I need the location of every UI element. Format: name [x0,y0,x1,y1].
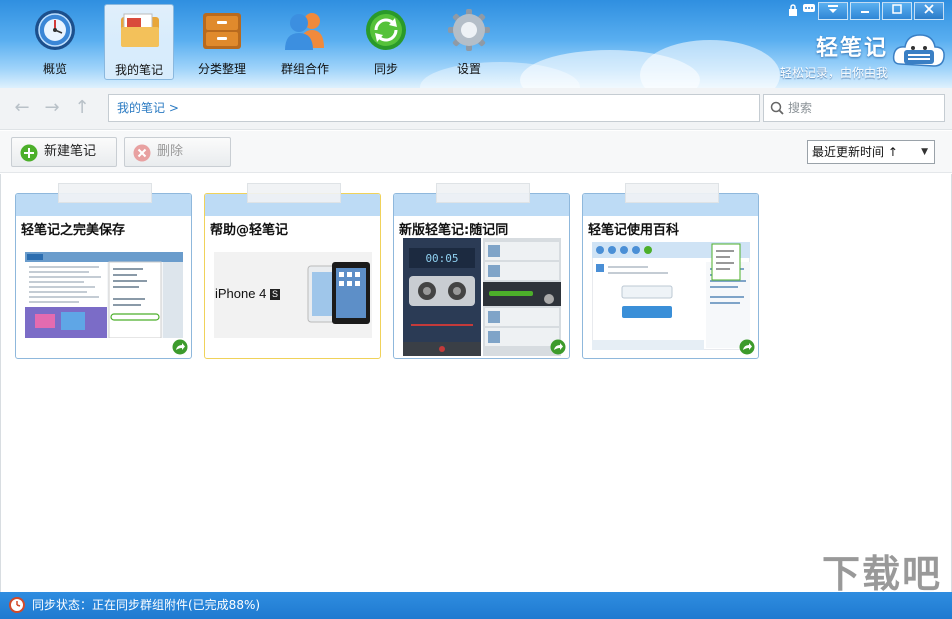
breadcrumb[interactable]: 我的笔记 > [108,94,760,122]
clock-icon [9,597,25,613]
breadcrumb-my-notes[interactable]: 我的笔记 > [117,101,179,115]
nav-item-label: 同步 [373,62,398,76]
sync-icon [366,10,406,50]
note-title: 轻笔记使用百科 [588,223,680,238]
thumbnail-caption: iPhone 4 S [215,286,280,301]
nav-item-settings[interactable]: 设置 [434,4,504,80]
new-note-button[interactable]: 新建笔记 [11,137,117,167]
notes-toolbar: 新建笔记 删除 最近更新时间 ↑ ▼ [0,131,952,173]
status-bar: 同步状态：正在同步群组附件(已完成88%) [0,592,952,619]
header-toolbar: 概览 我的笔记 分类整理 群组合作 同步 设置 轻笔记 轻松记录，由你由我 [0,0,952,88]
nav-item-label: 群组合作 [280,62,329,76]
chevron-down-icon: ▼ [921,147,928,157]
search-input[interactable] [788,99,938,117]
delete-label: 删除 [157,144,184,159]
note-thumbnail [592,242,750,350]
minimize-icon[interactable] [850,2,880,20]
thumbnail-text: iPhone 4 [215,286,267,301]
note-card[interactable]: 轻笔记使用百科 [582,183,759,359]
menu-dropdown-icon[interactable] [818,2,848,20]
lock-icon[interactable] [786,4,800,18]
share-icon[interactable] [739,339,755,355]
nav-item-label: 设置 [456,62,481,76]
back-arrow-icon[interactable]: ← [12,98,32,118]
nav-item-categories[interactable]: 分类整理 [187,4,257,80]
svg-text:00:05: 00:05 [425,252,458,265]
sync-status-text: 同步状态：正在同步群组附件(已完成88%) [32,598,261,612]
address-bar: ← → ↑ 我的笔记 > [0,88,952,130]
share-icon[interactable] [550,339,566,355]
app-logo-icon [892,34,945,67]
tape-decoration [58,183,152,203]
search-box[interactable] [763,94,945,122]
mobile-screens-thumbnail: 00:05 [403,238,561,356]
nav-item-label: 概览 [42,62,67,76]
up-arrow-icon[interactable]: ↑ [72,98,92,118]
note-title: 轻笔记之完美保存 [21,223,126,238]
sort-select[interactable]: 最近更新时间 ↑ ▼ [807,140,935,164]
nav-item-overview[interactable]: 概览 [20,4,90,80]
delete-icon [133,144,151,162]
app-screenshot-thumbnail [592,242,750,350]
nav-item-sync[interactable]: 同步 [351,4,421,80]
close-icon[interactable] [914,2,944,20]
notes-folder-icon [121,13,159,47]
sort-label: 最近更新时间 ↑ [812,145,898,159]
share-icon[interactable] [172,339,188,355]
notes-grid: 轻笔记之完美保存 帮助@轻笔记 iPhone 4 S 新版轻笔记:随记同 00:… [0,174,952,592]
window-controls [786,2,944,20]
app-name: 轻笔记 [815,36,888,61]
note-title: 帮助@轻笔记 [210,223,289,238]
nav-item-groups[interactable]: 群组合作 [270,4,340,80]
note-thumbnail: iPhone 4 S [214,252,372,338]
tape-decoration [436,183,530,203]
app-slogan: 轻松记录，由你由我 [779,66,888,80]
thumbnail-badge: S [269,289,280,300]
brand: 轻笔记 轻松记录，由你由我 [780,30,888,81]
note-card[interactable]: 帮助@轻笔记 iPhone 4 S [204,183,381,359]
screenshot-thumbnail [25,252,183,338]
nav-item-label: 我的笔记 [114,63,163,77]
tape-decoration [247,183,341,203]
forward-arrow-icon[interactable]: → [42,98,62,118]
compass-icon [35,10,75,50]
note-title: 新版轻笔记:随记同 [399,223,509,238]
note-card[interactable]: 轻笔记之完美保存 [15,183,192,359]
nav-item-my-notes[interactable]: 我的笔记 [104,4,174,80]
group-users-icon [285,13,324,50]
tape-decoration [625,183,719,203]
note-thumbnail [25,252,183,338]
note-thumbnail: 00:05 [403,238,561,356]
chat-icon[interactable] [802,4,816,18]
delete-button[interactable]: 删除 [124,137,231,167]
gear-icon [448,9,490,51]
drawer-cabinet-icon [203,13,241,49]
plus-icon [20,144,38,162]
nav-item-label: 分类整理 [197,62,246,76]
maximize-icon[interactable] [882,2,912,20]
ipad-image [307,262,370,324]
new-note-label: 新建笔记 [44,144,97,159]
search-icon [770,101,784,115]
note-card[interactable]: 新版轻笔记:随记同 00:05 [393,183,570,359]
header-cloud-decoration [640,40,780,88]
